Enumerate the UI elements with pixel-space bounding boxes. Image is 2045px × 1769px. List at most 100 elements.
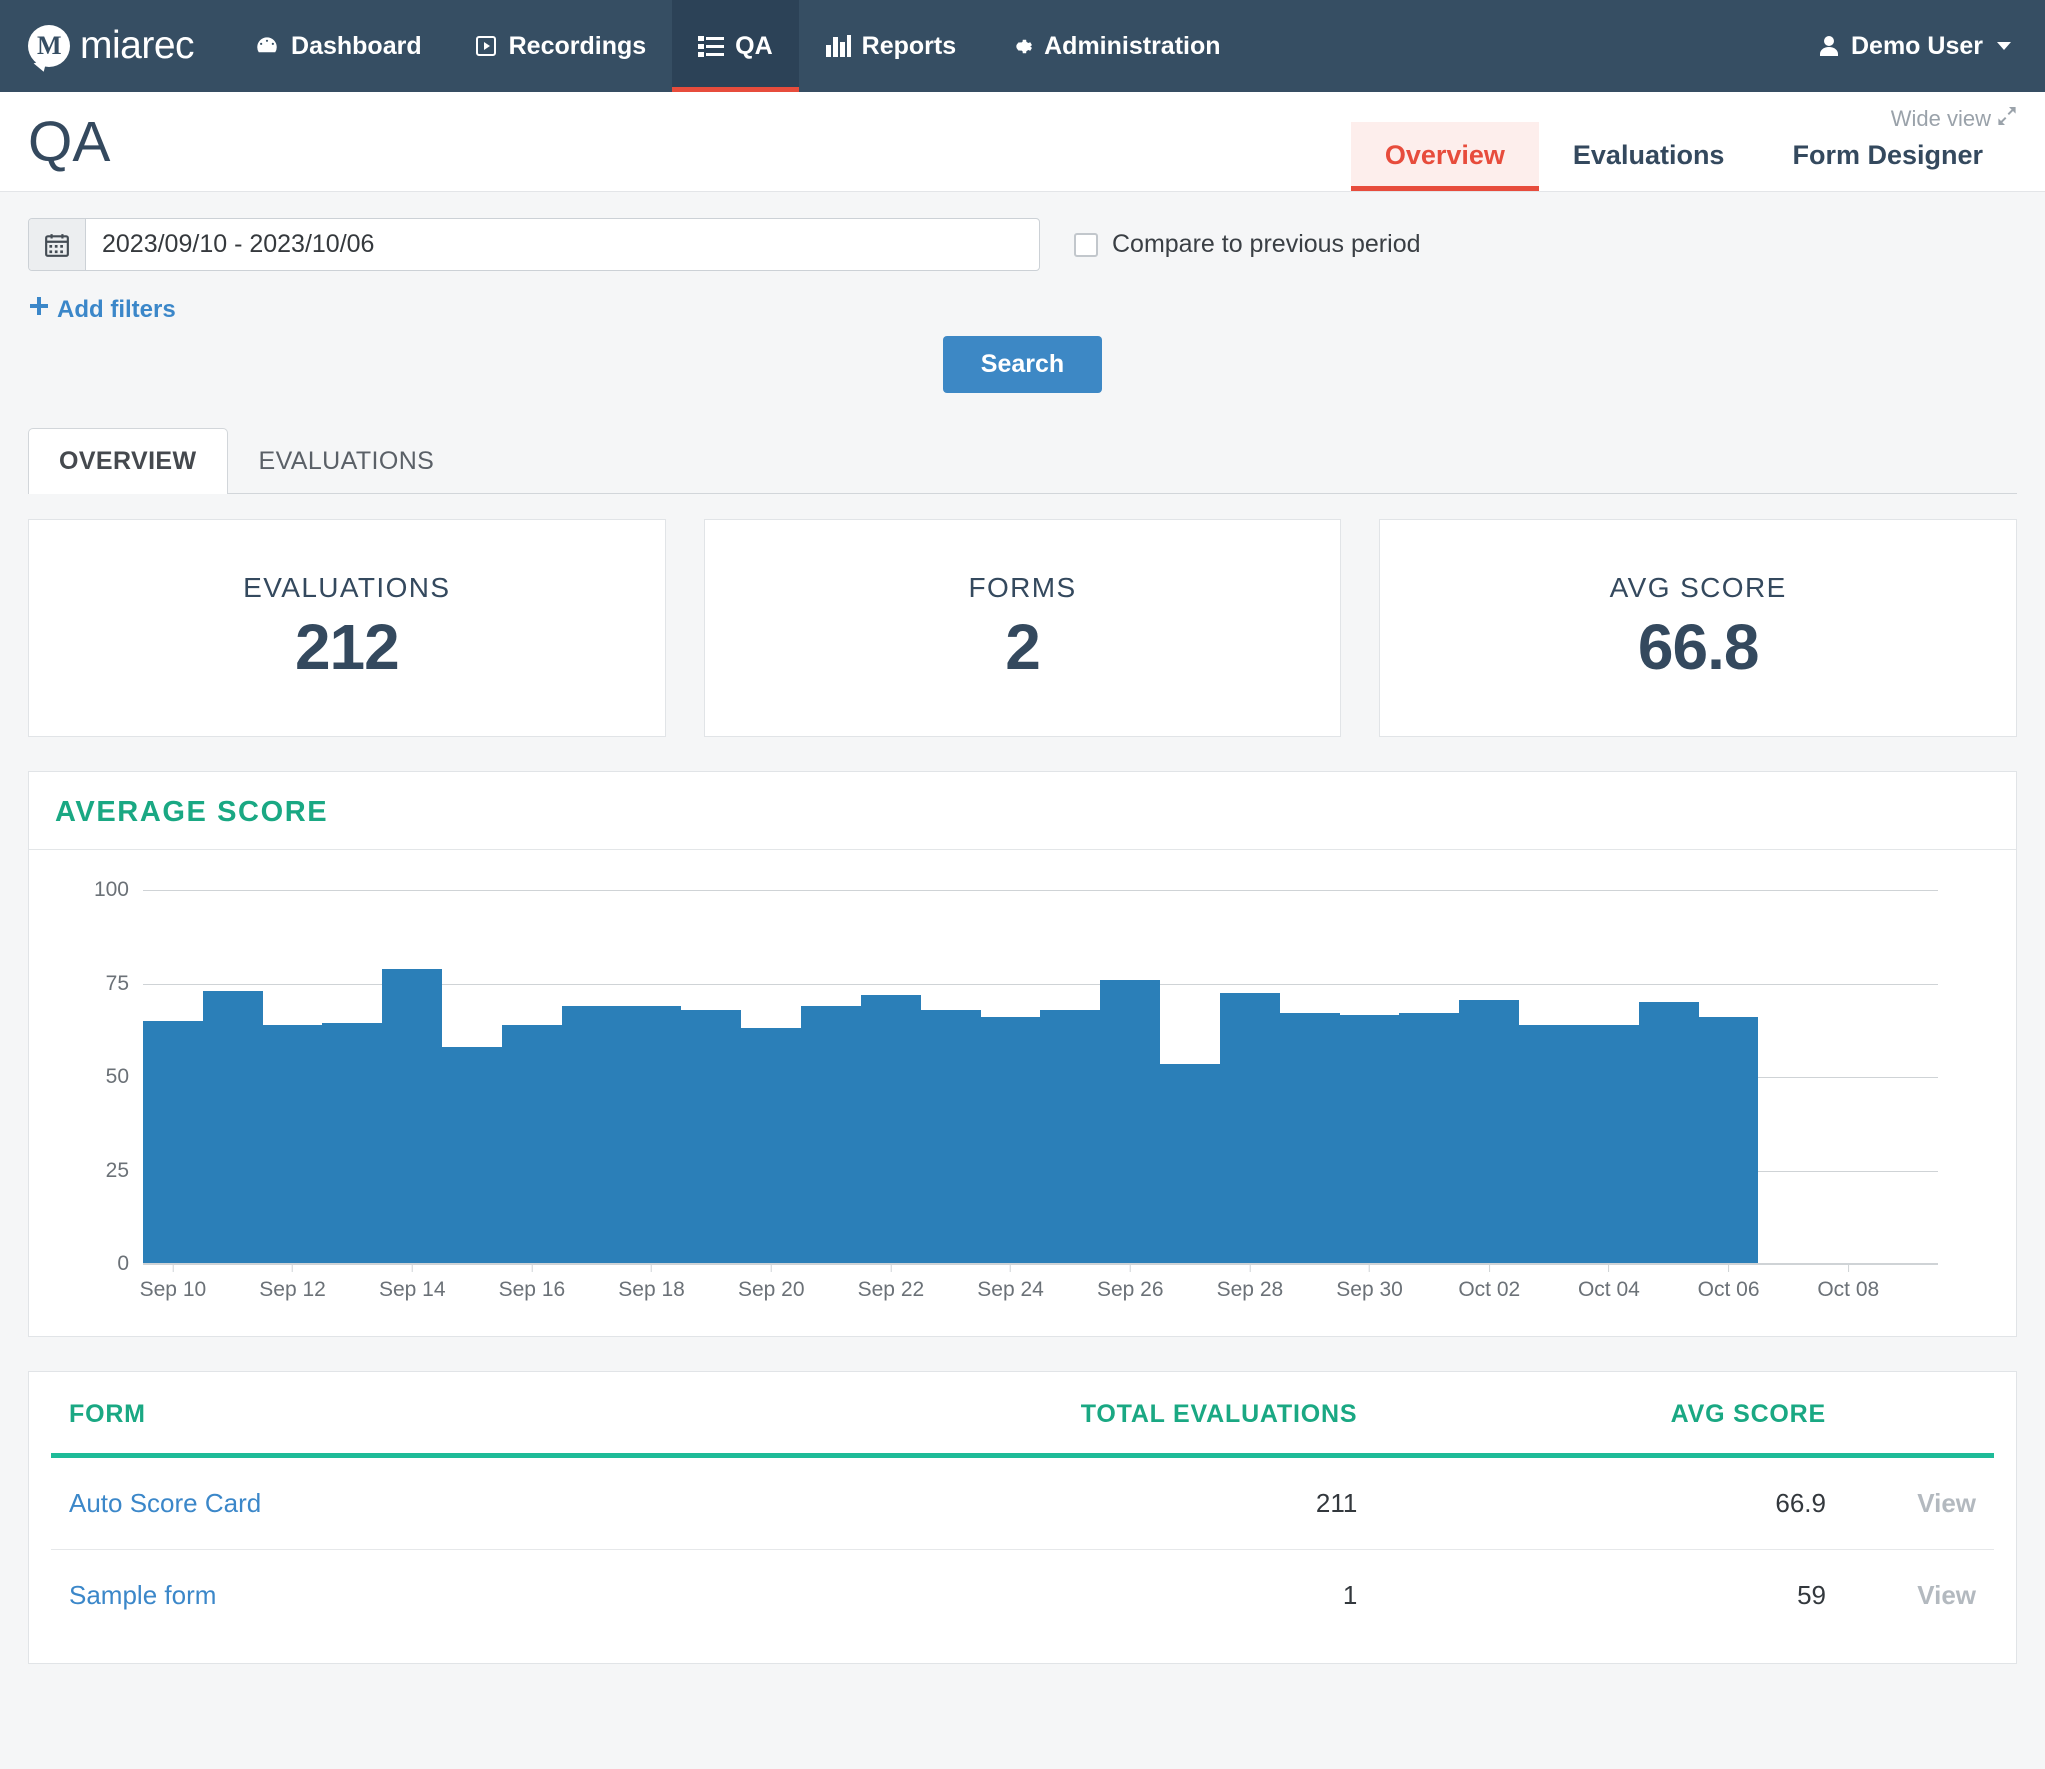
nav-item-label: Administration bbox=[1044, 31, 1221, 60]
brand-logo[interactable]: M miarec bbox=[0, 0, 228, 92]
chart-bar[interactable] bbox=[1339, 1015, 1400, 1264]
x-tick-label: Oct 06 bbox=[1698, 1264, 1760, 1302]
chart-bar[interactable] bbox=[920, 1009, 981, 1264]
bar-slot bbox=[442, 890, 502, 1264]
inner-tab-overview[interactable]: OVERVIEW bbox=[28, 428, 228, 494]
view-link[interactable]: View bbox=[1917, 1488, 1976, 1518]
column-header-form[interactable]: FORM bbox=[51, 1372, 610, 1458]
column-header-total-evaluations[interactable]: TOTAL EVALUATIONS bbox=[609, 1372, 1376, 1458]
stat-card-value: 212 bbox=[294, 611, 400, 683]
bar-slot bbox=[1399, 890, 1460, 1264]
chart-bar[interactable] bbox=[621, 1005, 682, 1264]
chart-bar[interactable] bbox=[561, 1005, 622, 1264]
date-range-input[interactable] bbox=[86, 219, 1039, 270]
x-tick-label: Sep 28 bbox=[1217, 1264, 1283, 1302]
chart-bar[interactable] bbox=[1698, 1017, 1759, 1264]
chart-bar[interactable] bbox=[1100, 979, 1161, 1264]
bar-slot bbox=[1040, 890, 1101, 1264]
chart-bar[interactable] bbox=[860, 994, 921, 1264]
view-link[interactable]: View bbox=[1917, 1580, 1976, 1610]
add-filters-button[interactable]: Add filters bbox=[28, 295, 176, 324]
tab-evaluations[interactable]: Evaluations bbox=[1539, 122, 1759, 191]
cell-action: View bbox=[1844, 1455, 1994, 1550]
calendar-icon[interactable] bbox=[29, 219, 86, 270]
search-row: Search bbox=[28, 336, 2017, 393]
chart-bar[interactable] bbox=[501, 1024, 562, 1264]
nav-item-recordings[interactable]: Recordings bbox=[448, 0, 673, 92]
chart-bar[interactable] bbox=[1578, 1024, 1639, 1264]
forms-table-panel: FORM TOTAL EVALUATIONS AVG SCORE Auto Sc… bbox=[28, 1371, 2017, 1664]
x-tick-label: Sep 12 bbox=[259, 1264, 326, 1302]
stat-cards: EVALUATIONS 212 FORMS 2 AVG SCORE 66.8 bbox=[0, 494, 2045, 737]
gear-icon bbox=[1008, 34, 1033, 59]
column-header-avg-score[interactable]: AVG SCORE bbox=[1375, 1372, 1844, 1458]
nav-item-dashboard[interactable]: Dashboard bbox=[228, 0, 448, 92]
chart-bar[interactable] bbox=[1279, 1013, 1340, 1264]
nav-item-label: Reports bbox=[861, 31, 957, 60]
stat-card-value: 2 bbox=[1005, 611, 1041, 683]
tab-form-designer[interactable]: Form Designer bbox=[1758, 122, 2017, 191]
table-header: FORM TOTAL EVALUATIONS AVG SCORE bbox=[51, 1372, 1994, 1458]
chart-bar[interactable] bbox=[1040, 1009, 1101, 1264]
bar-slot bbox=[322, 890, 383, 1264]
chart-bar[interactable] bbox=[1160, 1063, 1220, 1264]
x-tick-label: Sep 24 bbox=[977, 1264, 1044, 1302]
nav-item-qa[interactable]: QA bbox=[672, 0, 799, 92]
stat-card-avg-score: AVG SCORE 66.8 bbox=[1379, 519, 2018, 737]
chart-bar[interactable] bbox=[143, 1020, 203, 1264]
nav-right-section: Demo User bbox=[1818, 0, 2045, 92]
form-link[interactable]: Auto Score Card bbox=[69, 1488, 261, 1518]
x-tick-label: Oct 04 bbox=[1578, 1264, 1640, 1302]
filter-bar: Compare to previous period Add filters S… bbox=[0, 192, 2045, 393]
cell-action: View bbox=[1844, 1550, 1994, 1642]
chart-bar[interactable] bbox=[1519, 1024, 1579, 1264]
compare-to-previous-period-checkbox[interactable]: Compare to previous period bbox=[1074, 230, 1421, 259]
form-link[interactable]: Sample form bbox=[69, 1580, 216, 1610]
inner-tabs: OVERVIEW EVALUATIONS bbox=[28, 427, 2017, 494]
nav-item-administration[interactable]: Administration bbox=[982, 0, 1246, 92]
cell-form: Auto Score Card bbox=[51, 1455, 610, 1550]
chart-bar[interactable] bbox=[681, 1009, 742, 1264]
user-menu[interactable]: Demo User bbox=[1818, 32, 2011, 61]
bar-slot bbox=[1100, 890, 1161, 1264]
play-box-icon bbox=[474, 34, 498, 58]
bar-slot bbox=[1818, 890, 1878, 1264]
chart-bar[interactable] bbox=[801, 1005, 861, 1264]
chart-bar[interactable] bbox=[442, 1047, 502, 1264]
dashboard-icon bbox=[254, 33, 280, 59]
y-tick-label: 50 bbox=[105, 1065, 129, 1088]
column-header-actions bbox=[1844, 1372, 1994, 1458]
chart-bar[interactable] bbox=[382, 968, 443, 1264]
bar-slot bbox=[1459, 890, 1520, 1264]
stat-card-value: 66.8 bbox=[1637, 611, 1760, 683]
average-score-panel: AVERAGE SCORE 0 25 50 75 100 Sep 10 Sep 12 Sep… bbox=[28, 771, 2017, 1337]
bar-slot bbox=[1339, 890, 1400, 1264]
y-tick-label: 0 bbox=[117, 1252, 129, 1275]
y-tick-label: 75 bbox=[105, 971, 129, 995]
chart-bar[interactable] bbox=[202, 990, 263, 1264]
bar-chart-icon bbox=[825, 35, 851, 57]
chart-bar[interactable] bbox=[1459, 1000, 1520, 1264]
bar-slot bbox=[202, 890, 263, 1264]
chart-bar[interactable] bbox=[1638, 1002, 1699, 1264]
chart-bars bbox=[143, 890, 1938, 1264]
bar-slot bbox=[561, 890, 622, 1264]
top-navigation-bar: M miarec Dashboard Recordings QA Reports… bbox=[0, 0, 2045, 92]
x-tick-label: Sep 30 bbox=[1336, 1264, 1403, 1302]
nav-item-reports[interactable]: Reports bbox=[799, 0, 982, 92]
chart-bar[interactable] bbox=[980, 1017, 1041, 1264]
inner-tab-evaluations[interactable]: EVALUATIONS bbox=[228, 428, 466, 494]
checkbox-box[interactable] bbox=[1074, 232, 1098, 257]
tab-overview[interactable]: Overview bbox=[1350, 122, 1539, 191]
cell-total-evaluations: 211 bbox=[609, 1455, 1376, 1550]
stat-card-evaluations: EVALUATIONS 212 bbox=[28, 519, 666, 737]
filter-row: Compare to previous period bbox=[28, 218, 2017, 271]
chart-bar[interactable] bbox=[1219, 992, 1280, 1264]
search-button[interactable]: Search bbox=[942, 336, 1103, 393]
bar-slot bbox=[621, 890, 682, 1264]
chart-bar[interactable] bbox=[1399, 1013, 1460, 1264]
chart-bar[interactable] bbox=[741, 1028, 802, 1264]
x-tick-label: Sep 14 bbox=[379, 1264, 446, 1302]
chart-bar[interactable] bbox=[322, 1022, 383, 1264]
chart-bar[interactable] bbox=[262, 1024, 323, 1264]
